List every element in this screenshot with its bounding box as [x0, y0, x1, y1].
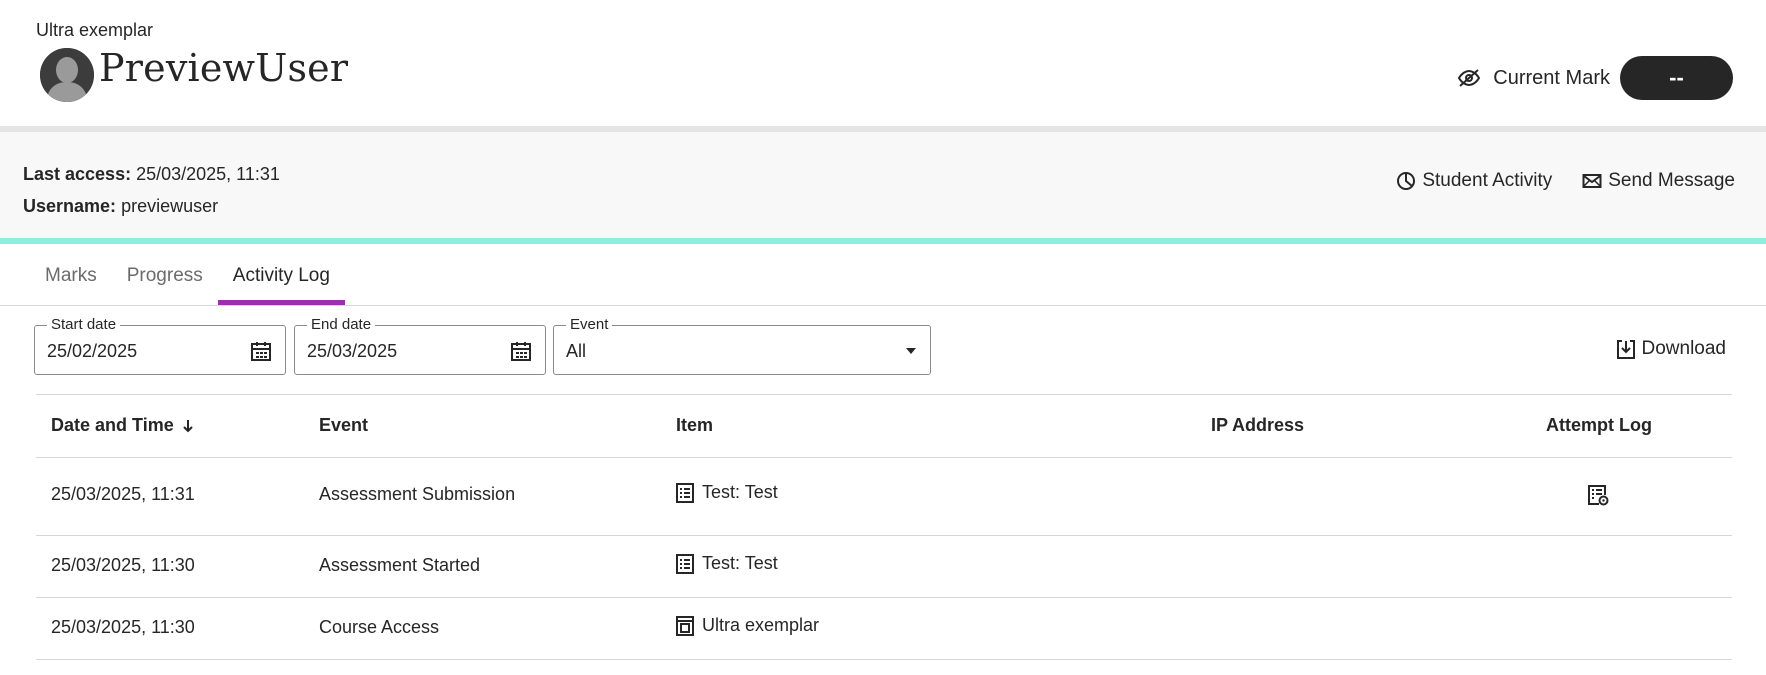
current-mark-label: Current Mark — [1493, 66, 1610, 89]
table-header-row: Date and Time Event Item IP Address Atte… — [36, 394, 1732, 458]
start-date-value: 25/02/2025 — [47, 341, 138, 361]
calendar-icon[interactable] — [510, 340, 532, 362]
test-document-icon — [676, 482, 694, 503]
activity-chart-icon — [1397, 172, 1416, 190]
column-header-date-label: Date and Time — [51, 415, 174, 435]
last-access: Last access: 25/03/2025, 11:31 — [23, 164, 280, 185]
end-date-field[interactable]: End date 25/03/2025 — [294, 316, 546, 375]
last-access-value: 25/03/2025, 11:31 — [136, 164, 280, 184]
tab-marks[interactable]: Marks — [30, 244, 112, 305]
profile-actions: Student Activity Send Message — [1396, 170, 1735, 192]
table-row: 25/03/2025, 11:31 Assessment Submission … — [36, 456, 1732, 536]
course-icon — [676, 615, 694, 636]
table-row: 25/03/2025, 11:30 Assessment Started Tes… — [36, 535, 1732, 598]
start-date-field[interactable]: Start date 25/02/2025 — [34, 316, 286, 375]
current-mark: Current Mark -- — [1457, 56, 1733, 100]
user-name: PreviewUser — [99, 46, 349, 90]
page-header: Ultra exemplar PreviewUser Current Mark … — [0, 0, 1766, 126]
current-mark-pill[interactable]: -- — [1620, 56, 1733, 100]
calendar-icon[interactable] — [250, 340, 272, 362]
row-item-label: Test: Test — [702, 553, 778, 573]
row-date: 25/03/2025, 11:30 — [51, 617, 195, 637]
avatar — [40, 48, 94, 102]
course-name: Ultra exemplar — [36, 20, 154, 40]
student-activity-label: Student Activity — [1422, 170, 1553, 191]
column-header-attempt-log: Attempt Log — [1546, 415, 1652, 435]
send-message-button[interactable]: Send Message — [1582, 170, 1735, 192]
event-select[interactable]: Event All — [553, 316, 931, 375]
tabs-divider — [0, 305, 1766, 306]
username-value: previewuser — [121, 196, 219, 216]
username-label: Username: — [23, 196, 117, 216]
row-event: Assessment Submission — [319, 484, 516, 504]
download-button[interactable]: Download — [1615, 338, 1727, 360]
student-activity-button[interactable]: Student Activity — [1396, 170, 1552, 192]
row-date: 25/03/2025, 11:31 — [51, 484, 195, 504]
test-document-icon — [676, 553, 694, 574]
attempt-log-icon — [1588, 485, 1609, 506]
row-event: Assessment Started — [319, 555, 481, 575]
last-access-label: Last access: — [23, 164, 132, 184]
column-header-item: Item — [676, 415, 714, 435]
send-message-label: Send Message — [1608, 170, 1735, 191]
attempt-log-button[interactable] — [1587, 484, 1609, 511]
end-date-value: 25/03/2025 — [307, 341, 398, 361]
event-select-value: All — [566, 341, 587, 361]
tab-activity-log[interactable]: Activity Log — [217, 244, 346, 305]
row-event: Course Access — [319, 617, 440, 637]
username: Username: previewuser — [23, 196, 218, 217]
table-row: 25/03/2025, 11:30 Course Access Ultra ex… — [36, 597, 1732, 660]
row-item-label: Ultra exemplar — [702, 615, 820, 635]
column-header-event: Event — [319, 415, 369, 435]
eye-hidden-icon[interactable] — [1457, 66, 1481, 90]
row-item[interactable]: Ultra exemplar — [676, 615, 819, 636]
user-silhouette-icon — [40, 48, 94, 102]
row-item-label: Test: Test — [702, 482, 778, 502]
download-icon — [1616, 340, 1635, 359]
column-header-ip: IP Address — [1211, 415, 1305, 435]
envelope-icon — [1582, 174, 1602, 188]
sort-descending-icon — [183, 420, 193, 433]
tab-bar: Marks Progress Activity Log — [30, 244, 346, 305]
row-date: 25/03/2025, 11:30 — [51, 555, 195, 575]
tab-progress[interactable]: Progress — [112, 244, 218, 305]
chevron-down-icon — [906, 348, 916, 354]
column-header-date[interactable]: Date and Time — [51, 415, 194, 436]
row-item[interactable]: Test: Test — [676, 482, 778, 503]
row-item[interactable]: Test: Test — [676, 553, 778, 574]
download-label: Download — [1641, 338, 1727, 359]
